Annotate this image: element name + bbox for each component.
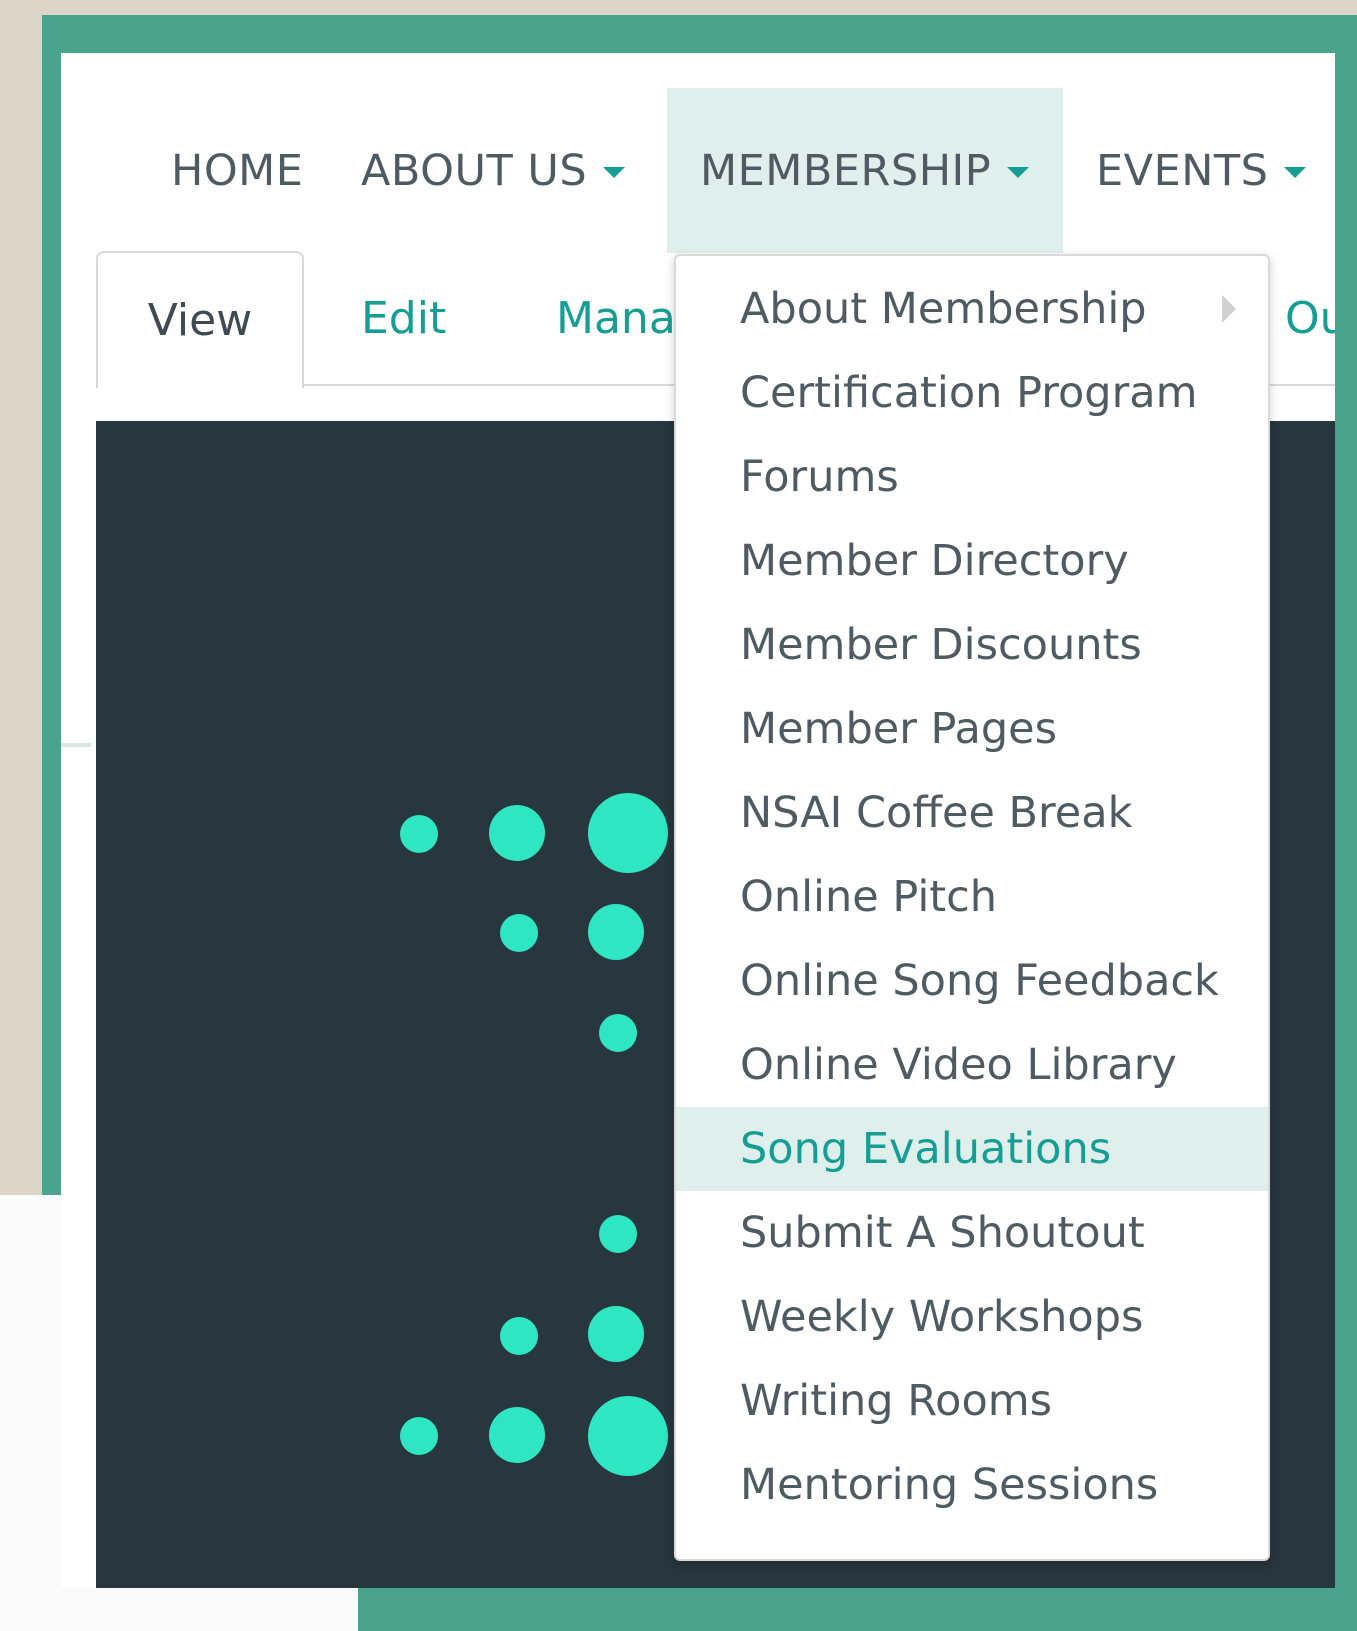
nav-item-label: HOME	[171, 145, 304, 196]
hero-dot	[599, 1014, 637, 1052]
caret-down-icon	[1007, 167, 1030, 178]
menu-item-weekly-workshops[interactable]: Weekly Workshops	[676, 1275, 1268, 1359]
menu-item-label: Certification Program	[740, 368, 1198, 418]
menu-item-certification-program[interactable]: Certification Program	[676, 351, 1268, 435]
menu-item-label: Mentoring Sessions	[740, 1460, 1159, 1510]
menu-item-mentoring-sessions[interactable]: Mentoring Sessions	[676, 1443, 1268, 1527]
menu-item-song-evaluations[interactable]: Song Evaluations	[676, 1107, 1268, 1191]
nav-item-label: MEMBERSHIP	[700, 145, 992, 196]
hero-dot	[400, 815, 438, 853]
hero-dot	[588, 1306, 644, 1362]
hero-dot	[489, 805, 545, 861]
tab-edit[interactable]: Edit	[361, 251, 446, 386]
membership-dropdown: About Membership Certification Program F…	[674, 254, 1270, 1561]
tab-label: View	[147, 295, 253, 346]
nav-item-about-us[interactable]: ABOUT US	[361, 88, 626, 253]
caret-down-icon	[1284, 167, 1307, 178]
nav-item-label: ABOUT US	[361, 145, 588, 196]
page: HOME ABOUT US MEMBERSHIP EVENTS View Edi…	[61, 53, 1335, 1588]
menu-item-about-membership[interactable]: About Membership	[676, 267, 1268, 351]
nav-item-membership[interactable]: MEMBERSHIP	[667, 88, 1063, 253]
main-nav: HOME ABOUT US MEMBERSHIP EVENTS	[61, 88, 1335, 253]
hero-dot	[588, 1396, 668, 1476]
menu-item-submit-a-shoutout[interactable]: Submit A Shoutout	[676, 1191, 1268, 1275]
hero-dot	[588, 793, 668, 873]
menu-item-label: Submit A Shoutout	[740, 1208, 1145, 1258]
hero-dot	[489, 1407, 545, 1463]
menu-item-label: About Membership	[740, 284, 1147, 334]
menu-item-label: Forums	[740, 452, 899, 502]
caret-down-icon	[603, 167, 626, 178]
menu-item-member-pages[interactable]: Member Pages	[676, 687, 1268, 771]
nav-item-events[interactable]: EVENTS	[1096, 88, 1307, 253]
menu-item-label: Weekly Workshops	[740, 1292, 1144, 1342]
hero-dot	[400, 1417, 438, 1455]
tab-label: Outline	[1285, 293, 1335, 344]
menu-item-writing-rooms[interactable]: Writing Rooms	[676, 1359, 1268, 1443]
menu-item-online-song-feedback[interactable]: Online Song Feedback	[676, 939, 1268, 1023]
menu-item-label: Online Pitch	[740, 872, 998, 922]
decorative-line	[61, 743, 91, 747]
hero-dot	[588, 904, 644, 960]
menu-item-online-pitch[interactable]: Online Pitch	[676, 855, 1268, 939]
menu-item-online-video-library[interactable]: Online Video Library	[676, 1023, 1268, 1107]
nav-item-label: EVENTS	[1096, 145, 1269, 196]
menu-item-member-directory[interactable]: Member Directory	[676, 519, 1268, 603]
tab-outline[interactable]: Outline	[1285, 251, 1335, 386]
hero-dot	[599, 1215, 637, 1253]
menu-item-label: Writing Rooms	[740, 1376, 1053, 1426]
menu-item-member-discounts[interactable]: Member Discounts	[676, 603, 1268, 687]
menu-item-label: Member Directory	[740, 536, 1129, 586]
menu-item-label: NSAI Coffee Break	[740, 788, 1133, 838]
menu-item-label: Online Video Library	[740, 1040, 1177, 1090]
menu-item-label: Member Pages	[740, 704, 1058, 754]
tab-view[interactable]: View	[96, 251, 304, 388]
caret-right-icon	[1222, 295, 1236, 323]
menu-item-forums[interactable]: Forums	[676, 435, 1268, 519]
menu-item-label: Online Song Feedback	[740, 956, 1219, 1006]
nav-item-home[interactable]: HOME	[171, 88, 303, 253]
menu-item-nsai-coffee-break[interactable]: NSAI Coffee Break	[676, 771, 1268, 855]
menu-item-label: Song Evaluations	[740, 1124, 1112, 1174]
hero-dot	[500, 914, 538, 952]
tab-label: Edit	[361, 293, 447, 344]
menu-item-label: Member Discounts	[740, 620, 1142, 670]
hero-dot	[500, 1317, 538, 1355]
